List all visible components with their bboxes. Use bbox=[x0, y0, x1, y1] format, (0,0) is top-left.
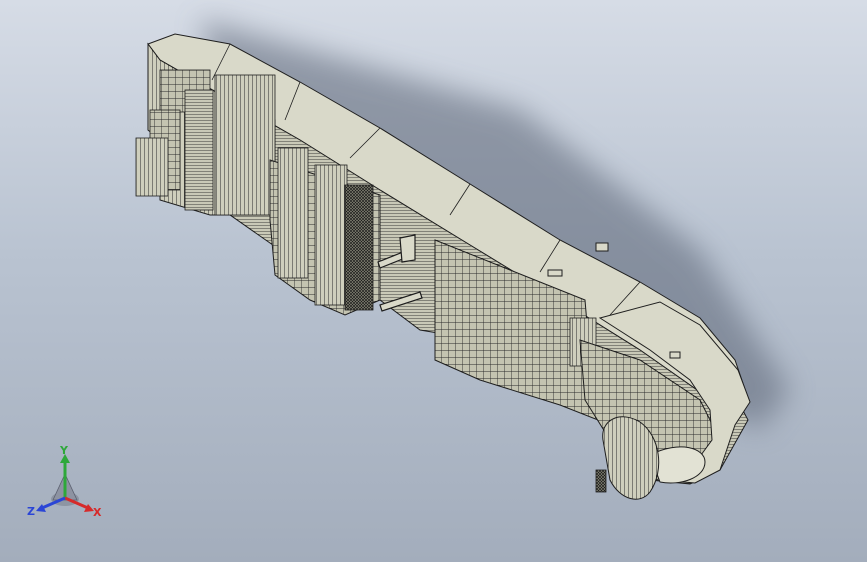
propeller-shaft bbox=[595, 469, 607, 493]
aft-block-5 bbox=[214, 74, 276, 216]
3d-viewport[interactable]: Y X Z bbox=[0, 0, 867, 562]
z-axis-label: Z bbox=[27, 505, 35, 518]
frame-column-3 bbox=[344, 184, 374, 311]
x-axis-label: X bbox=[93, 506, 102, 519]
aft-block-3 bbox=[135, 137, 169, 197]
frame-column-1 bbox=[277, 147, 309, 279]
y-axis-label: Y bbox=[59, 444, 69, 457]
aft-block-4 bbox=[184, 89, 214, 211]
frame-column-2 bbox=[314, 164, 348, 306]
ship-hull-model[interactable] bbox=[0, 0, 867, 562]
orientation-triad[interactable]: Y X Z bbox=[22, 444, 108, 530]
